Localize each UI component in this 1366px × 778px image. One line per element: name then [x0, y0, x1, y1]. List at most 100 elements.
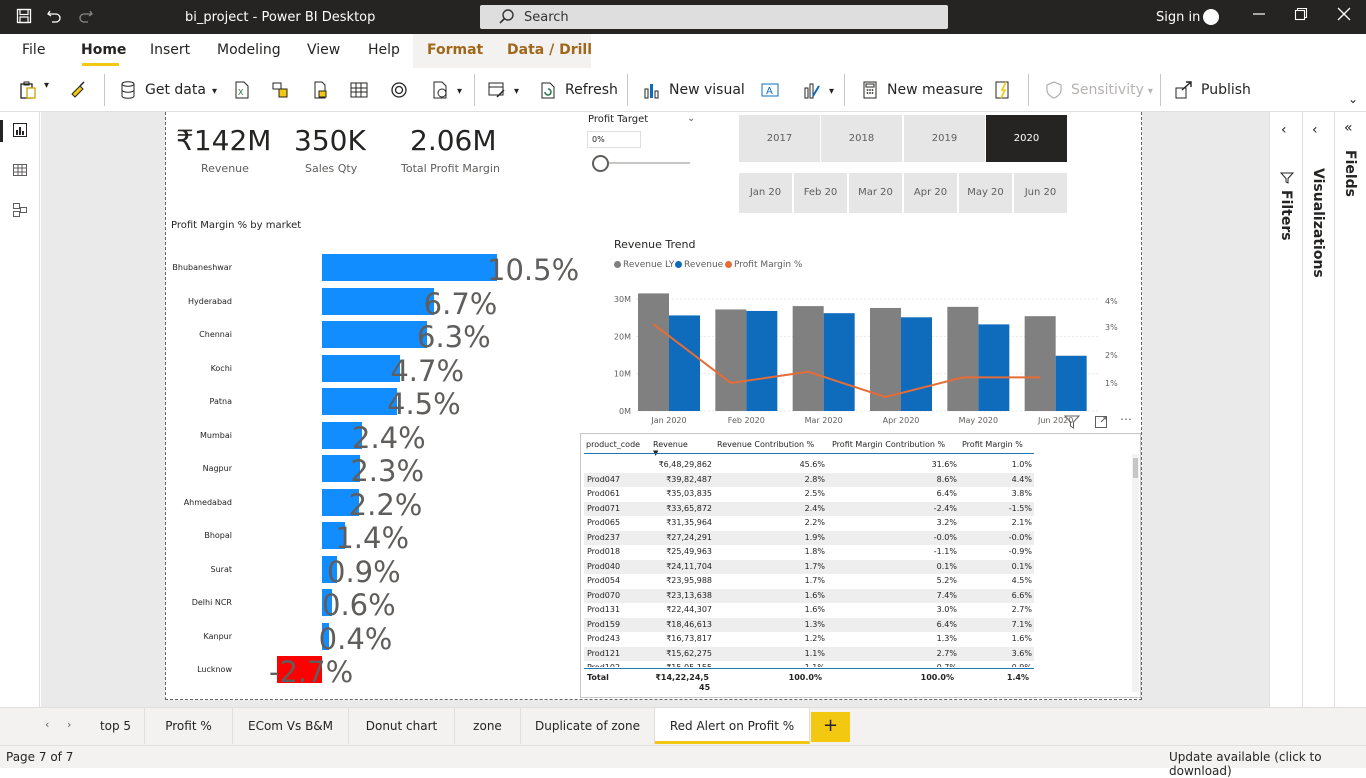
dataverse-icon[interactable]: [389, 80, 416, 100]
search-input[interactable]: Search: [480, 5, 948, 29]
menu-modeling[interactable]: Modeling: [217, 42, 281, 58]
fields-pane-toggle[interactable]: Fields: [1342, 150, 1358, 197]
revenue-trend-chart[interactable]: 0M 10M 20M 30M 4% 3% 2% 1% Jan 2020 Feb 2020 Mar 2…: [600, 270, 1120, 430]
column-header-revenue[interactable]: Revenue: [653, 440, 688, 449]
filter-icon[interactable]: [1063, 414, 1081, 433]
revenue-ly-bar[interactable]: [1024, 316, 1056, 411]
quick-measure-icon[interactable]: [992, 80, 1019, 100]
table-row[interactable]: Prod121 ₹15,62,275 1.1% 2.7% 3.6%: [584, 646, 1034, 661]
table-row[interactable]: Prod065 ₹31,35,964 2.2% 3.2% 2.1%: [584, 516, 1034, 531]
filters-pane-toggle[interactable]: Filters: [1278, 190, 1294, 241]
month-option[interactable]: Jan 20: [739, 173, 792, 213]
revenue-ly-bar[interactable]: [792, 306, 824, 411]
table-row[interactable]: Prod131 ₹22,44,307 1.6% 3.0% 2.7%: [584, 603, 1034, 618]
table-row[interactable]: Prod040 ₹24,11,704 1.7% 0.1% 0.1%: [584, 559, 1034, 574]
table-row[interactable]: ₹6,48,29,862 45.6% 31.6% 1.0%: [584, 458, 1034, 473]
format-painter-icon[interactable]: [68, 80, 95, 100]
slider-value-input[interactable]: 0%: [587, 131, 641, 148]
revenue-bar[interactable]: [823, 313, 855, 411]
sign-in-link[interactable]: Sign in: [1156, 10, 1200, 25]
table-row[interactable]: Prod237 ₹27,24,291 1.9% -0.0% -0.0%: [584, 530, 1034, 545]
product-table[interactable]: product_code Revenue ▼ Revenue Contribut…: [580, 433, 1141, 698]
month-option[interactable]: Feb 20: [794, 173, 847, 213]
add-page-button[interactable]: +: [811, 712, 850, 742]
revenue-ly-bar[interactable]: [715, 309, 747, 411]
month-option[interactable]: Mar 20: [849, 173, 902, 213]
model-view-icon[interactable]: [12, 202, 28, 222]
sensitivity-button[interactable]: Sensitivity ▾: [1044, 80, 1153, 100]
collapse-ribbon-icon[interactable]: ⌄: [1348, 92, 1358, 106]
page-tab[interactable]: Profit %: [145, 708, 233, 744]
page-tab[interactable]: zone: [455, 708, 521, 744]
double-chevron-left-icon[interactable]: «: [1344, 120, 1353, 136]
paste-button[interactable]: [18, 80, 45, 100]
revenue-bar[interactable]: [978, 324, 1010, 411]
save-icon[interactable]: [16, 8, 32, 28]
table-row[interactable]: Prod070 ₹23,13,638 1.6% 7.4% 6.6%: [584, 588, 1034, 603]
excel-icon[interactable]: X: [232, 80, 259, 100]
avatar[interactable]: [1203, 9, 1219, 25]
month-option[interactable]: Apr 20: [904, 173, 957, 213]
month-option[interactable]: Jun 20: [1014, 173, 1067, 213]
column-header-revenue-contribution[interactable]: Revenue Contribution %: [717, 440, 814, 449]
text-box-icon[interactable]: A: [760, 80, 787, 100]
new-measure-button[interactable]: New measure: [860, 80, 983, 100]
table-row[interactable]: Prod054 ₹23,95,988 1.7% 5.2% 4.5%: [584, 574, 1034, 589]
revenue-bar[interactable]: [746, 310, 778, 411]
refresh-button[interactable]: Refresh: [538, 80, 618, 100]
table-scrollbar-thumb[interactable]: [1133, 458, 1138, 478]
more-options-icon[interactable]: ⋯: [1120, 412, 1132, 426]
revenue-ly-bar[interactable]: [947, 306, 979, 411]
undo-icon[interactable]: [46, 8, 62, 28]
year-option-2019[interactable]: 2019: [904, 115, 985, 162]
chevron-down-icon[interactable]: ⌄: [687, 113, 695, 124]
market-bar[interactable]: [322, 354, 401, 382]
menu-insert[interactable]: Insert: [150, 42, 190, 58]
slider-thumb[interactable]: [592, 155, 609, 172]
focus-mode-icon[interactable]: [1094, 414, 1108, 433]
year-option-2020[interactable]: 2020: [986, 115, 1067, 162]
column-header-profit-margin-contribution[interactable]: Profit Margin Contribution %: [832, 440, 945, 449]
page-tab[interactable]: ECom Vs B&M: [233, 708, 349, 744]
filter-pane-icon[interactable]: [1279, 170, 1295, 189]
table-row[interactable]: Prod061 ₹35,03,835 2.5% 6.4% 3.8%: [584, 487, 1034, 502]
menu-data-drill[interactable]: Data / Drill: [507, 42, 592, 58]
new-visual-button[interactable]: New visual: [642, 80, 745, 100]
market-bar[interactable]: [322, 321, 427, 348]
revenue-bar[interactable]: [901, 317, 932, 411]
slider-track[interactable]: [596, 162, 690, 164]
restore-icon[interactable]: [1294, 7, 1308, 25]
get-data-button[interactable]: Get data ▾: [118, 80, 217, 100]
year-option-2018[interactable]: 2018: [821, 115, 902, 162]
table-row[interactable]: Prod018 ₹25,49,963 1.8% -1.1% -0.9%: [584, 545, 1034, 560]
recent-sources-icon[interactable]: ▾: [430, 80, 462, 100]
chevron-left-icon[interactable]: ‹: [1312, 122, 1318, 138]
dataset-icon[interactable]: [270, 80, 297, 100]
year-option-2017[interactable]: 2017: [739, 115, 820, 162]
close-icon[interactable]: [1337, 7, 1351, 25]
month-option[interactable]: May 20: [959, 173, 1012, 213]
tab-scroll-right-icon[interactable]: ›: [67, 718, 71, 731]
more-visuals-icon[interactable]: ▾: [802, 80, 834, 100]
transform-data-icon[interactable]: ▾: [487, 80, 519, 100]
revenue-ly-bar[interactable]: [870, 307, 901, 411]
table-row[interactable]: Prod102 ₹15,05,155 1.1% -0.7% -0.9%: [584, 661, 1034, 667]
page-tab[interactable]: Donut chart: [349, 708, 455, 744]
page-tab[interactable]: Duplicate of zone: [521, 708, 655, 744]
report-view-icon[interactable]: [12, 122, 28, 142]
publish-button[interactable]: Publish: [1174, 80, 1251, 100]
enter-data-icon[interactable]: [349, 80, 376, 100]
minimize-icon[interactable]: [1252, 7, 1266, 25]
page-tab[interactable]: Red Alert on Profit %: [655, 708, 810, 744]
page-tab[interactable]: top 5: [87, 708, 145, 744]
column-header-profit-margin[interactable]: Profit Margin %: [962, 440, 1023, 449]
data-view-icon[interactable]: [12, 162, 28, 182]
update-available-link[interactable]: Update available (click to download): [1169, 750, 1366, 778]
chevron-left-icon[interactable]: ‹: [1281, 122, 1287, 138]
revenue-bar[interactable]: [669, 315, 700, 411]
table-scrollbar[interactable]: [1132, 454, 1139, 692]
table-row[interactable]: Prod071 ₹33,65,872 2.4% -2.4% -1.5%: [584, 501, 1034, 516]
paste-dropdown-icon[interactable]: ▾: [44, 80, 49, 91]
market-bar[interactable]: [322, 287, 434, 315]
menu-file[interactable]: File: [22, 42, 45, 58]
